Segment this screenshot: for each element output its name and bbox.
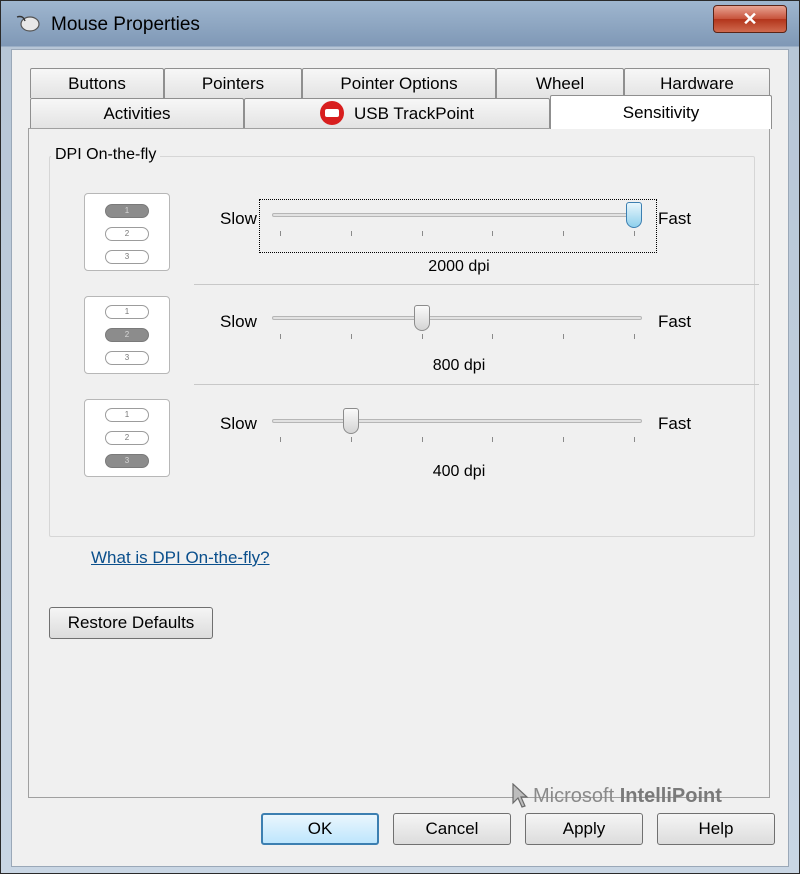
dialog-window: Mouse Properties ✕ Buttons Pointers Poin… xyxy=(0,0,800,874)
dpi-slider-thumb[interactable] xyxy=(626,202,642,228)
dpi-group: 1 2 3 Slow Fast 2000 dpi 1 2 3 Slow Fast… xyxy=(49,156,759,537)
close-button[interactable]: ✕ xyxy=(713,5,787,33)
dpi-value: 400 dpi xyxy=(432,463,486,480)
dpi-slot-icon: 1 2 3 xyxy=(84,193,170,271)
slot-pill: 3 xyxy=(105,454,149,468)
divider xyxy=(194,284,759,285)
divider xyxy=(194,384,759,385)
tab-hardware[interactable]: Hardware xyxy=(624,68,770,98)
slider-tick xyxy=(563,437,565,442)
slow-label: Slow xyxy=(220,209,257,228)
dpi-slot-icon: 1 2 3 xyxy=(84,399,170,477)
slider-tick xyxy=(634,334,635,339)
dpi-help-link[interactable]: What is DPI On-the-fly? xyxy=(91,548,270,568)
slow-label: Slow xyxy=(220,414,257,433)
fast-label: Fast xyxy=(658,312,692,331)
title-bar[interactable]: Mouse Properties ✕ xyxy=(1,1,799,49)
slider-tick xyxy=(350,437,352,442)
slider-tick xyxy=(492,334,494,339)
tab-pointer-options[interactable]: Pointer Options xyxy=(302,68,496,98)
slider-focus-rect xyxy=(259,199,657,253)
slider-tick xyxy=(492,231,494,236)
slot-pill: 3 xyxy=(105,351,149,365)
slider-tick xyxy=(350,231,352,236)
slider-tick xyxy=(280,334,281,339)
tab-sensitivity[interactable]: Sensitivity xyxy=(550,95,772,129)
slider-tick xyxy=(492,437,494,442)
dpi-slot-icon: 1 2 3 xyxy=(84,296,170,374)
slider-tick xyxy=(280,231,281,236)
dpi-slider-thumb[interactable] xyxy=(342,408,359,434)
slot-pill: 1 xyxy=(105,204,149,218)
tab-wheel[interactable]: Wheel xyxy=(496,68,624,98)
slider-tick xyxy=(421,231,423,236)
help-button[interactable]: Help xyxy=(657,813,775,845)
restore-defaults-button[interactable]: Restore Defaults xyxy=(49,607,213,639)
cancel-button[interactable]: Cancel xyxy=(393,813,511,845)
slider-tick xyxy=(280,437,281,442)
intellipoint-brand: Microsoft IntelliPoint xyxy=(512,783,722,808)
apply-button[interactable]: Apply xyxy=(525,813,643,845)
slider-tick xyxy=(634,231,635,236)
fast-label: Fast xyxy=(658,414,692,433)
dpi-value: 800 dpi xyxy=(432,357,486,374)
slider-tick xyxy=(563,334,565,339)
tab-usb-trackpoint-label: USB TrackPoint xyxy=(354,104,474,123)
slot-pill: 1 xyxy=(105,408,149,422)
slot-pill: 2 xyxy=(105,328,149,342)
dpi-value: 2000 dpi xyxy=(428,258,490,275)
slider-tick xyxy=(563,231,565,236)
cursor-logo-icon xyxy=(512,783,529,808)
dpi-slider-track[interactable] xyxy=(272,213,642,217)
mouse-icon xyxy=(16,15,40,32)
dpi-group-label: DPI On-the-fly xyxy=(51,146,161,164)
slow-label: Slow xyxy=(220,312,257,331)
slider-tick xyxy=(634,437,635,442)
brand-prefix: Microsoft xyxy=(533,785,620,807)
ok-button[interactable]: OK xyxy=(261,813,379,845)
slot-pill: 2 xyxy=(105,227,149,241)
trackpoint-icon xyxy=(320,100,344,125)
tab-pointers[interactable]: Pointers xyxy=(164,68,302,98)
tab-activities[interactable]: Activities xyxy=(30,98,244,128)
dpi-slider-thumb[interactable] xyxy=(413,305,430,331)
slider-tick xyxy=(421,334,423,339)
tab-usb-trackpoint[interactable]: USB TrackPoint xyxy=(244,98,550,128)
fast-label: Fast xyxy=(658,209,692,228)
dpi-slider-track[interactable] xyxy=(272,316,642,320)
slot-pill: 3 xyxy=(105,250,149,264)
tab-buttons[interactable]: Buttons xyxy=(30,68,164,98)
window-title: Mouse Properties xyxy=(51,14,200,35)
slider-tick xyxy=(421,437,423,442)
slot-pill: 1 xyxy=(105,305,149,319)
dpi-slider-track[interactable] xyxy=(272,419,642,423)
slider-tick xyxy=(350,334,352,339)
brand-name: IntelliPoint xyxy=(619,785,722,807)
sensitivity-panel: DPI On-the-fly 1 2 3 Slow Fast 2000 dpi xyxy=(28,128,770,808)
slot-pill: 2 xyxy=(105,431,149,445)
dialog-client-area: Buttons Pointers Pointer Options Wheel H… xyxy=(11,49,789,867)
